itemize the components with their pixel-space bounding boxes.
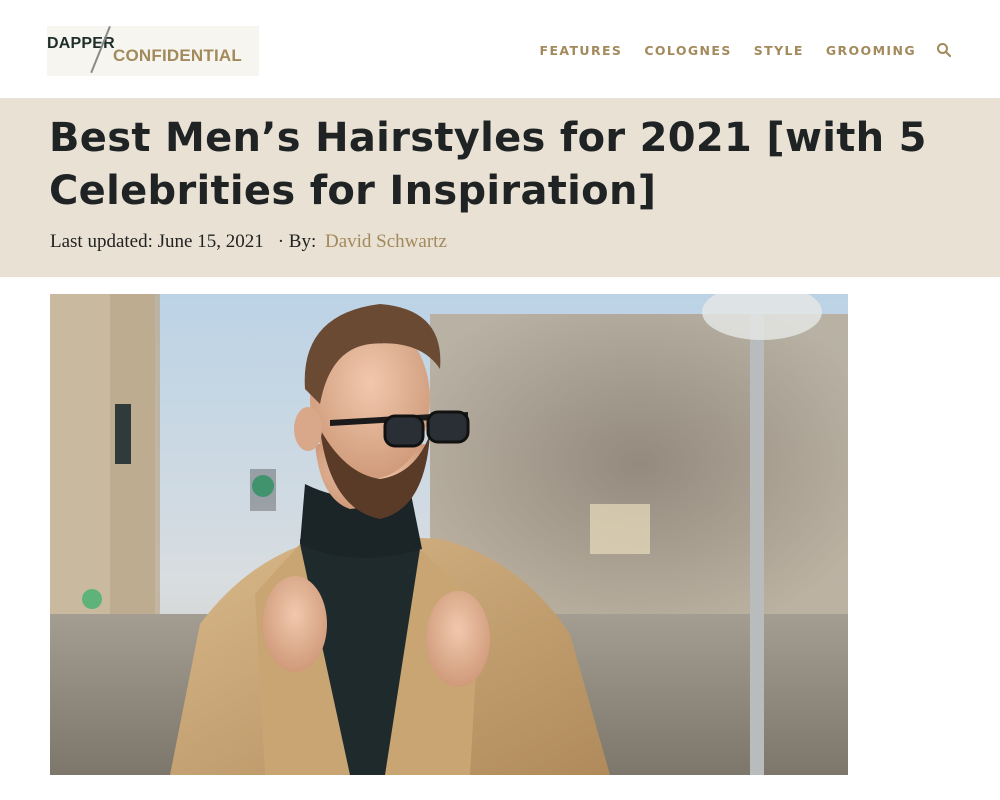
page-title-line1: Best Men’s Hairstyles for 2021 [with 5 (49, 115, 927, 161)
page-title: Best Men’s Hairstyles for 2021 [with 5 C… (49, 112, 929, 218)
main-nav: FEATURES COLOGNES STYLE GROOMING (540, 42, 953, 58)
hero-image (50, 294, 848, 775)
site-header: DAPPER CONFIDENTIAL FEATURES COLOGNES ST… (0, 0, 1000, 98)
last-updated: Last updated: June 15, 2021 (50, 231, 264, 252)
nav-colognes[interactable]: COLOGNES (644, 43, 731, 58)
hero-photo-illustration (50, 294, 848, 775)
site-logo[interactable]: DAPPER CONFIDENTIAL (47, 26, 259, 76)
search-icon[interactable] (936, 42, 952, 58)
author-link[interactable]: David Schwartz (325, 231, 447, 252)
article-meta: Last updated: June 15, 2021 · By: David S… (50, 231, 447, 253)
logo-text-confidential: CONFIDENTIAL (113, 46, 242, 65)
article-header: Best Men’s Hairstyles for 2021 [with 5 C… (0, 98, 1000, 277)
page-title-line2: Celebrities for Inspiration] (49, 168, 657, 214)
nav-style[interactable]: STYLE (754, 43, 804, 58)
nav-features[interactable]: FEATURES (540, 43, 623, 58)
nav-grooming[interactable]: GROOMING (826, 43, 916, 58)
byline-label: · By: (277, 231, 317, 252)
